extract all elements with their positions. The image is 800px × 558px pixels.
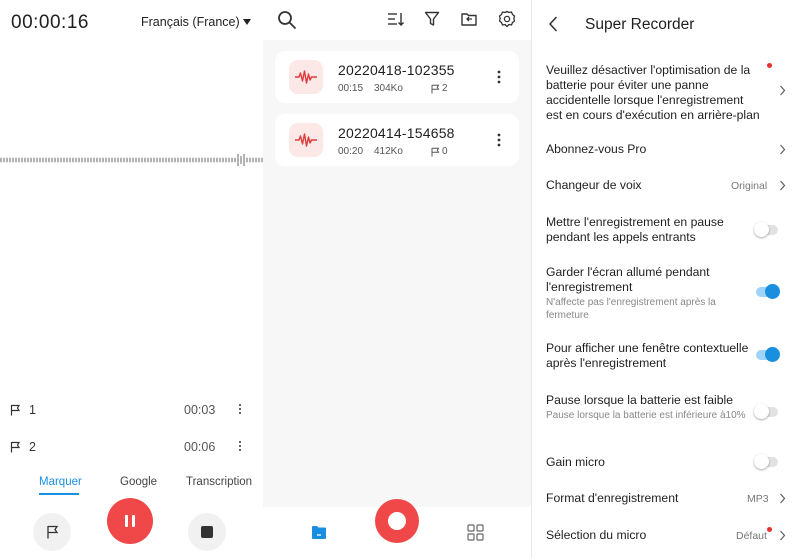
filter-icon[interactable] bbox=[424, 11, 440, 27]
setting-value: Original bbox=[731, 180, 768, 192]
flag-icon bbox=[431, 147, 440, 156]
pause-icon bbox=[125, 515, 135, 527]
keep-screen-toggle[interactable] bbox=[756, 284, 780, 299]
tab-google[interactable]: Google bbox=[120, 476, 157, 488]
flag-count: 2 bbox=[442, 83, 448, 94]
setting-mic-selection[interactable]: Sélection du micro Défaut bbox=[546, 527, 786, 543]
setting-label: Veuillez désactiver l'optimisation de la… bbox=[546, 63, 760, 122]
audio-wave-icon bbox=[289, 123, 323, 157]
stop-button[interactable] bbox=[188, 513, 226, 551]
flag-number: 1 bbox=[29, 403, 36, 417]
audio-wave-icon bbox=[289, 60, 323, 94]
recording-duration: 00:15 bbox=[338, 83, 364, 94]
caret-down-icon bbox=[242, 19, 251, 25]
folder-import-icon[interactable] bbox=[460, 10, 478, 28]
recorder-panel: 00:00:16 Français (France) 1 00:03 2 00:… bbox=[0, 0, 263, 558]
setting-label: Garder l'écran allumé pendant l'enregist… bbox=[546, 265, 710, 294]
recording-duration: 00:20 bbox=[338, 146, 364, 157]
setting-label: Abonnez-vous Pro bbox=[546, 142, 647, 156]
active-tab-indicator bbox=[39, 493, 79, 495]
setting-keep-screen-on: Garder l'écran allumé pendant l'enregist… bbox=[546, 265, 786, 322]
setting-recording-format[interactable]: Format d'enregistrement MP3 bbox=[546, 491, 786, 506]
setting-label: Pour afficher une fenêtre contextuelle a… bbox=[546, 341, 749, 370]
setting-label: Gain micro bbox=[546, 455, 605, 469]
setting-pause-calls: Mettre l'enregistrement en pause pendant… bbox=[546, 215, 786, 245]
settings-header: Super Recorder bbox=[532, 0, 800, 50]
bottom-nav bbox=[263, 499, 531, 558]
recording-name: 20220418-102355 bbox=[338, 62, 455, 78]
chevron-right-icon bbox=[780, 530, 786, 541]
folder-icon[interactable] bbox=[311, 525, 327, 540]
waveform bbox=[0, 154, 263, 166]
recording-flags: 0 bbox=[431, 146, 448, 157]
flag-icon bbox=[431, 84, 440, 93]
notification-dot bbox=[767, 527, 772, 532]
apps-grid-icon[interactable] bbox=[467, 524, 484, 541]
flag-icon bbox=[10, 404, 21, 416]
settings-gear-icon[interactable] bbox=[498, 10, 516, 28]
mic-gain-toggle[interactable] bbox=[754, 454, 778, 469]
setting-subscribe-pro[interactable]: Abonnez-vous Pro bbox=[546, 142, 786, 157]
settings-panel: Super Recorder Veuillez désactiver l'opt… bbox=[531, 0, 800, 558]
setting-value: Défaut bbox=[736, 530, 767, 542]
stop-icon bbox=[201, 526, 213, 538]
search-icon[interactable] bbox=[277, 10, 297, 30]
recording-item[interactable]: 20220414-154658 00:20 412Ko 0 bbox=[275, 114, 519, 166]
setting-label: Mettre l'enregistrement en pause pendant… bbox=[546, 215, 724, 244]
recorder-tabs: Marquer Google Transcription bbox=[0, 476, 263, 496]
language-dropdown[interactable]: Français (France) bbox=[141, 15, 251, 29]
tab-marker[interactable]: Marquer bbox=[39, 476, 82, 488]
sort-icon[interactable] bbox=[387, 11, 404, 27]
setting-description: Pause lorsque la batterie est inférieure… bbox=[546, 410, 746, 421]
notification-dot bbox=[767, 63, 772, 68]
more-vertical-icon[interactable] bbox=[497, 70, 501, 84]
flag-number: 2 bbox=[29, 440, 36, 454]
chevron-right-icon bbox=[780, 144, 786, 155]
flag-list-item[interactable]: 2 00:06 bbox=[10, 437, 255, 457]
recordings-panel: 20220418-102355 00:15 304Ko 2 20220414-1… bbox=[263, 0, 531, 558]
chevron-right-icon bbox=[780, 180, 786, 191]
recording-timer: 00:00:16 bbox=[11, 12, 89, 33]
back-arrow-icon[interactable] bbox=[548, 16, 558, 32]
flag-icon bbox=[46, 525, 58, 539]
setting-label: Pause lorsque la batterie est faible bbox=[546, 393, 733, 407]
setting-voice-changer[interactable]: Changeur de voix Original bbox=[546, 178, 786, 193]
flag-list-item[interactable]: 1 00:03 bbox=[10, 400, 255, 420]
flag-time: 00:03 bbox=[184, 403, 216, 417]
pause-calls-toggle[interactable] bbox=[754, 222, 778, 237]
record-icon bbox=[388, 512, 406, 530]
popup-toggle[interactable] bbox=[756, 347, 780, 362]
more-vertical-icon[interactable] bbox=[497, 133, 501, 147]
flag-count: 0 bbox=[442, 146, 448, 157]
setting-description: N'affecte pas l'enregistrement après la … bbox=[546, 297, 716, 321]
tab-transcription[interactable]: Transcription bbox=[186, 476, 252, 488]
low-battery-toggle[interactable] bbox=[754, 404, 778, 419]
pause-button[interactable] bbox=[107, 498, 153, 544]
recording-item[interactable]: 20220418-102355 00:15 304Ko 2 bbox=[275, 51, 519, 103]
more-vertical-icon[interactable] bbox=[238, 403, 242, 415]
record-button[interactable] bbox=[375, 499, 419, 543]
page-title: Super Recorder bbox=[585, 16, 695, 33]
chevron-right-icon bbox=[780, 493, 786, 504]
setting-mic-gain: Gain micro bbox=[546, 454, 786, 470]
more-vertical-icon[interactable] bbox=[238, 440, 242, 452]
setting-low-battery-pause: Pause lorsque la batterie est faible Pau… bbox=[546, 393, 786, 423]
recording-size: 304Ko bbox=[374, 83, 403, 94]
setting-value: MP3 bbox=[747, 493, 769, 505]
flag-time: 00:06 bbox=[184, 440, 216, 454]
flag-icon bbox=[10, 441, 21, 453]
add-flag-button[interactable] bbox=[33, 513, 71, 551]
setting-popup: Pour afficher une fenêtre contextuelle a… bbox=[546, 341, 786, 371]
recording-size: 412Ko bbox=[374, 146, 403, 157]
language-label: Français (France) bbox=[141, 15, 240, 29]
chevron-right-icon bbox=[780, 85, 786, 96]
recording-name: 20220414-154658 bbox=[338, 125, 455, 141]
list-toolbar bbox=[263, 0, 531, 40]
setting-battery-optimization[interactable]: Veuillez désactiver l'optimisation de la… bbox=[546, 63, 786, 123]
recording-flags: 2 bbox=[431, 83, 448, 94]
